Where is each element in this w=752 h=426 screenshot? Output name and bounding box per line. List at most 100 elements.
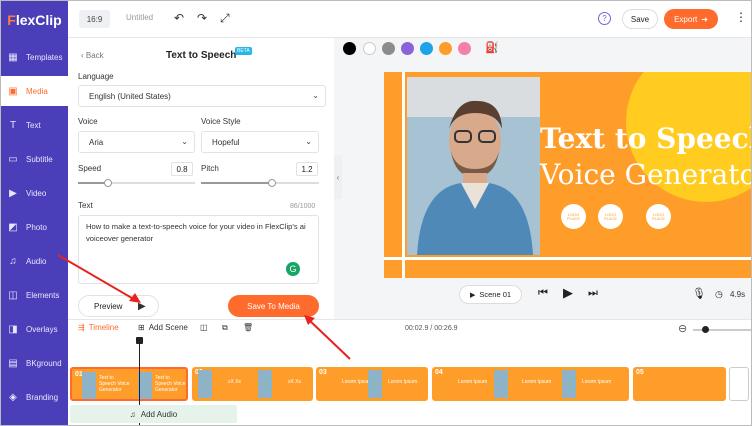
nav-item-subtitle[interactable]: ▭ Subtitle <box>1 144 68 174</box>
headline-line-1: Text to Speech <box>540 122 752 155</box>
nav-item-video[interactable]: ▶ Video <box>1 178 68 208</box>
speed-slider[interactable] <box>78 179 195 187</box>
video-preview[interactable]: Text to Speech Voice Generator LOGO PLAC… <box>384 72 752 278</box>
project-name[interactable]: Untitled <box>126 13 153 22</box>
timeline-tab[interactable]: ⇶ Timeline <box>78 323 119 332</box>
color-swatch-pink[interactable] <box>458 42 471 55</box>
speech-text-input[interactable]: How to make a text-to-speech voice for y… <box>78 215 319 284</box>
nav-item-media[interactable]: ▣ Media <box>1 76 68 106</box>
nav-item-elements[interactable]: ◫ Elements <box>1 280 68 310</box>
timeline-icon: ⇶ <box>78 323 85 332</box>
microphone-icon[interactable]: 🎙 <box>692 287 706 300</box>
voice-style-select[interactable]: Hopeful ⌄ <box>201 131 319 153</box>
bkground-icon: ▤ <box>8 357 18 369</box>
photo-icon: ◩ <box>8 221 18 233</box>
flexclip-editor: FlexClip ▦ Templates ▣ Media T Text ▭ Subtit… <box>0 0 752 426</box>
text-icon: T <box>9 119 17 131</box>
color-swatch-white[interactable] <box>363 42 376 55</box>
color-swatch-gray[interactable] <box>382 42 395 55</box>
scene-selector[interactable]: ▶ Scene 01 <box>459 285 522 304</box>
speaker-photo <box>407 77 540 255</box>
pitch-slider[interactable] <box>201 179 319 187</box>
nav-label: Branding <box>26 392 59 402</box>
duplicate-icon[interactable]: ⧉ <box>222 323 228 333</box>
timeline-clip[interactable]: 04 Lorem Ipsum Lorem Ipsum Lorem Ipsum <box>432 367 629 401</box>
clip-caption: Text to Speech Voice Generator <box>155 375 186 393</box>
arrow-right-icon: ➜ <box>701 14 708 24</box>
clock-icon: ◷ <box>715 289 723 299</box>
clip-caption: Text to Speech Voice Generator <box>99 375 130 393</box>
color-swatch-black[interactable] <box>343 42 356 55</box>
timeline-clip[interactable]: 02 xX Xx xX Xx <box>192 367 313 401</box>
redo-icon[interactable]: ↷ <box>197 11 207 25</box>
clip-number: 05 <box>636 369 644 376</box>
chevron-down-icon: ⌄ <box>312 91 319 100</box>
add-scene-button[interactable]: ⊞ Add Scene <box>138 323 188 332</box>
nav-item-branding[interactable]: ◈ Branding <box>1 382 68 412</box>
voice-value: Aria <box>89 137 104 147</box>
nav-item-templates[interactable]: ▦ Templates <box>1 42 68 72</box>
top-bar: 16:9 Untitled ↶ ↷ ⤢ ? Save Export ➜ ⋮ <box>68 1 751 38</box>
logo-text: lexClip <box>15 12 62 28</box>
timeline-toolbar: ⇶ Timeline ⊞ Add Scene ◫ ⧉ 🗑 00:02.9 / 00:… <box>68 319 751 337</box>
flexclip-logo[interactable]: FlexClip <box>1 1 68 39</box>
play-icon[interactable]: ▶ <box>563 285 573 301</box>
pitch-value[interactable]: 1.2 <box>296 162 318 176</box>
nav-item-bkground[interactable]: ▤ BKground <box>1 348 68 378</box>
color-swatch-purple[interactable] <box>401 42 414 55</box>
clip-caption: Lorem Ipsum <box>458 379 488 385</box>
preview-divider <box>402 72 405 278</box>
timeline-clip[interactable]: 05 <box>633 367 726 401</box>
pitch-slider-knob[interactable] <box>268 179 276 187</box>
timeline-clip[interactable]: 03 Lorem Ipsum Lorem Ipsum <box>316 367 428 401</box>
undo-icon[interactable]: ↶ <box>174 11 184 25</box>
fill-bucket-icon[interactable]: ⛽ <box>485 41 499 54</box>
delete-icon[interactable]: 🗑 <box>243 323 253 332</box>
skip-forward-icon[interactable]: ⏭ <box>588 287 598 300</box>
nav-label: Subtitle <box>26 154 53 164</box>
timeline-expand-handle[interactable] <box>729 367 749 401</box>
save-to-media-button[interactable]: Save To Media <box>228 295 319 317</box>
clip-caption: Lorem Ipsum <box>388 379 418 385</box>
skip-back-icon[interactable]: ⏮ <box>538 287 548 300</box>
speed-slider-knob[interactable] <box>104 179 112 187</box>
help-icon[interactable]: ? <box>598 12 611 25</box>
play-icon: ▶ <box>138 301 146 312</box>
text-to-speech-panel: ‹ Back Text to Speech BETA Language Engl… <box>68 38 333 319</box>
preview-left-strip <box>384 72 402 278</box>
text-label: Text <box>78 201 93 210</box>
zoom-slider-knob[interactable] <box>702 326 709 333</box>
nav-item-audio[interactable]: ♫ Audio <box>1 246 68 276</box>
more-icon[interactable]: ⋮ <box>735 10 747 24</box>
back-label: Back <box>85 51 104 60</box>
add-audio-button[interactable]: ♫ Add Audio <box>70 405 237 423</box>
nav-item-overlays[interactable]: ◨ Overlays <box>1 314 68 344</box>
split-icon[interactable]: ◫ <box>200 323 208 332</box>
color-swatch-blue[interactable] <box>420 42 433 55</box>
back-button[interactable]: ‹ Back <box>81 51 104 60</box>
clip-caption: Lorem Ipsum <box>582 379 612 385</box>
clip-number: 04 <box>435 369 443 376</box>
zoom-out-icon[interactable]: ⊖ <box>678 322 687 335</box>
collapse-panel-handle[interactable]: ‹ <box>334 155 342 199</box>
grammarly-icon[interactable]: G <box>286 262 300 276</box>
nav-item-photo[interactable]: ◩ Photo <box>1 212 68 242</box>
language-select[interactable]: English (United States) ⌄ <box>78 85 326 107</box>
nav-label: Audio <box>26 256 47 266</box>
timeline-time: 00:02.9 / 00:26.9 <box>405 325 458 332</box>
nav-label: BKground <box>26 358 62 368</box>
voice-select[interactable]: Aria ⌄ <box>78 131 195 153</box>
aspect-ratio-button[interactable]: 16:9 <box>79 10 110 28</box>
add-scene-label: Add Scene <box>148 323 188 332</box>
nav-item-text[interactable]: T Text <box>1 110 68 140</box>
speed-value[interactable]: 0.8 <box>171 162 193 176</box>
save-button[interactable]: Save <box>622 9 658 29</box>
timeline-clip[interactable]: 01 Text to Speech Voice Generator Text t… <box>70 367 188 401</box>
preview-button[interactable]: Preview ▶ <box>78 295 159 317</box>
clip-thumbnail <box>368 370 382 398</box>
beta-badge: BETA <box>235 47 252 55</box>
export-button[interactable]: Export ➜ <box>664 9 718 29</box>
scene-duration: 4.9s <box>730 290 746 299</box>
fullscreen-icon[interactable]: ⤢ <box>220 11 230 26</box>
color-swatch-orange[interactable] <box>439 42 452 55</box>
